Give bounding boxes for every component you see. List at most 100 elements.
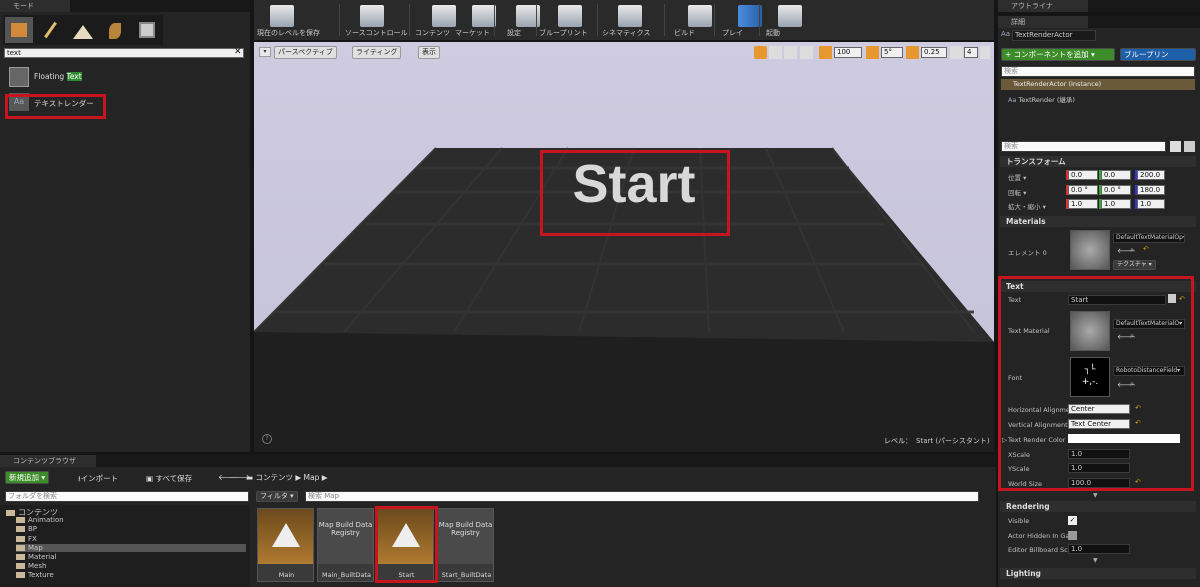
camera-speed-value[interactable]: 4 — [964, 47, 978, 58]
toolbar-label-1[interactable]: ソースコントロール — [345, 28, 408, 38]
save-all-button[interactable]: ▣ すべて保存 — [146, 473, 192, 484]
grid-snap-value[interactable]: 100 — [834, 47, 862, 58]
text-material-browse-icon[interactable]: ⌕ — [1130, 332, 1134, 341]
maximize-icon[interactable] — [980, 46, 990, 59]
asset-tile-main[interactable]: Main — [257, 508, 314, 582]
rotation-y-input[interactable]: 0.0 ° — [1101, 185, 1131, 195]
add-component-button[interactable]: + コンポーネントを追加 ▾ — [1001, 48, 1115, 61]
start-text-actor[interactable]: Start — [544, 154, 724, 214]
component-row[interactable]: Aa TextRender (継承) — [1008, 94, 1075, 104]
valign-select[interactable]: Text Center — [1068, 419, 1130, 429]
source-control-icon[interactable] — [360, 5, 384, 27]
halign-select[interactable]: Center — [1068, 404, 1130, 414]
toolbar-label-2[interactable]: コンテンツ — [415, 28, 450, 38]
folder-search[interactable]: フォルダを検索 — [5, 491, 249, 502]
clear-search-icon[interactable]: ✕ — [234, 47, 242, 57]
actor-name-field[interactable]: TextRenderActor — [1012, 30, 1096, 41]
import-button[interactable]: ⭳インポート — [78, 473, 118, 486]
launch-icon[interactable] — [778, 5, 802, 27]
cinematics-icon[interactable] — [618, 5, 642, 27]
perspective-button[interactable]: パースペクティブ — [274, 46, 337, 59]
details-tab[interactable]: 詳細 — [998, 16, 1088, 28]
asset-tile-main_builtdata[interactable]: Map Build Data Registry Main_BuiltData — [317, 508, 374, 582]
geometry-mode-icon[interactable] — [133, 17, 161, 43]
material-select[interactable]: DefaultTextMaterialOp▾ — [1113, 233, 1185, 243]
angle-snap-icon[interactable] — [866, 46, 879, 59]
font-select[interactable]: RobotoDistanceField▾ — [1113, 366, 1185, 376]
rendering-section[interactable]: Rendering — [1000, 501, 1196, 512]
scale-x-input[interactable]: 1.0 — [1068, 199, 1098, 209]
text-section[interactable]: Text — [1000, 281, 1196, 292]
world-size-revert-icon[interactable]: ↶ — [1135, 479, 1142, 486]
grid-snap-icon[interactable] — [819, 46, 832, 59]
blueprint-icon[interactable] — [558, 5, 582, 27]
rotation-z-input[interactable]: 180.0 — [1137, 185, 1165, 195]
toolbar-label-9[interactable]: 起動 — [766, 28, 780, 38]
add-new-button[interactable]: 新規追加 ▾ — [5, 471, 50, 484]
scale-label[interactable]: 拡大・縮小 ▾ — [1008, 201, 1046, 211]
lighting-button[interactable]: ライティング — [352, 46, 402, 59]
visible-checkbox[interactable]: ✓ — [1068, 516, 1077, 525]
valign-revert-icon[interactable]: ↶ — [1135, 420, 1142, 427]
folder-fx[interactable]: FX — [16, 535, 37, 543]
breadcrumb-root[interactable]: コンテンツ — [255, 473, 293, 482]
font-browse-icon[interactable]: ⌕ — [1130, 380, 1134, 389]
toolbar-label-5[interactable]: ブループリント — [539, 28, 588, 38]
scale-snap-icon[interactable] — [906, 46, 919, 59]
font-thumbnail[interactable]: ┐└ +,-. — [1070, 357, 1110, 397]
location-x-input[interactable]: 0.0 — [1068, 170, 1098, 180]
asset-tile-start_builtdata[interactable]: Map Build Data Registry Start_BuiltData — [437, 508, 494, 582]
text-prop-input[interactable]: Start — [1068, 295, 1166, 305]
revert-icon[interactable]: ↶ — [1143, 246, 1150, 253]
camera-speed-icon[interactable] — [950, 46, 963, 59]
toolbar-label-4[interactable]: 設定 — [507, 28, 521, 38]
toolbar-label-0[interactable]: 現在のレベルを保存 — [257, 28, 320, 38]
component-search[interactable]: 検索 — [1001, 66, 1195, 77]
folder-texture[interactable]: Texture — [16, 571, 54, 579]
help-icon[interactable]: ? — [262, 434, 272, 444]
translate-icon[interactable] — [754, 46, 767, 59]
browse-icon[interactable]: ⌕ — [1130, 246, 1134, 255]
scale-y-input[interactable]: 1.0 — [1101, 199, 1131, 209]
text-material-select[interactable]: DefaultTextMaterialO▾ — [1113, 319, 1185, 329]
text-render-item[interactable]: Aa テキストレンダー — [6, 92, 246, 114]
asset-tile-start[interactable]: Start — [377, 508, 434, 582]
hidden-checkbox[interactable] — [1068, 531, 1077, 540]
blueprint-button[interactable]: ブループリン — [1120, 48, 1196, 61]
toolbar-label-3[interactable]: マーケット — [455, 28, 490, 38]
landscape-mode-icon[interactable] — [69, 17, 97, 43]
expand-text-icon[interactable] — [1168, 294, 1176, 303]
halign-revert-icon[interactable]: ↶ — [1135, 405, 1142, 412]
angle-snap-value[interactable]: 5° — [881, 47, 903, 58]
color-expand-icon[interactable]: ▷ — [1002, 436, 1007, 444]
materials-section[interactable]: Materials — [1000, 216, 1196, 227]
property-matrix-icon[interactable] — [1170, 141, 1181, 152]
toolbar-label-7[interactable]: ビルド — [674, 28, 695, 38]
material-thumbnail[interactable] — [1070, 230, 1110, 270]
toolbar-label-6[interactable]: シネマティクス — [602, 28, 650, 38]
transform-section[interactable]: トランスフォーム — [1000, 156, 1196, 167]
toolbar-label-8[interactable]: プレイ — [722, 28, 743, 38]
save-icon[interactable] — [270, 5, 294, 27]
location-z-input[interactable]: 200.0 — [1137, 170, 1165, 180]
text-material-thumbnail[interactable] — [1070, 311, 1110, 351]
eye-icon[interactable] — [1184, 141, 1195, 152]
advanced-expand-icon[interactable]: ▼ — [1093, 492, 1098, 499]
marketplace-icon[interactable] — [472, 5, 496, 27]
folder-animation[interactable]: Animation — [16, 516, 64, 524]
rotation-label[interactable]: 回転 ▾ — [1008, 187, 1026, 197]
modes-search-input[interactable]: text — [4, 48, 244, 58]
text-revert-icon[interactable]: ↶ — [1179, 296, 1186, 303]
breadcrumb-map[interactable]: Map — [304, 473, 320, 482]
show-button[interactable]: 表示 — [418, 46, 440, 59]
billboard-input[interactable]: 1.0 — [1068, 544, 1130, 554]
lighting-section[interactable]: Lighting — [1000, 568, 1196, 579]
rendering-expand-icon[interactable]: ▼ — [1093, 557, 1098, 564]
level-viewport[interactable]: ▾ パースペクティブ ライティング 表示 100 5° 0.25 4 Start… — [254, 42, 994, 452]
scale-icon[interactable] — [784, 46, 797, 59]
modes-tab[interactable]: モード — [0, 0, 70, 12]
world-local-icon[interactable] — [800, 46, 813, 59]
asset-search[interactable]: 検索 Map — [305, 491, 979, 502]
rotation-x-input[interactable]: 0.0 ° — [1068, 185, 1098, 195]
folder-mesh[interactable]: Mesh — [16, 562, 46, 570]
